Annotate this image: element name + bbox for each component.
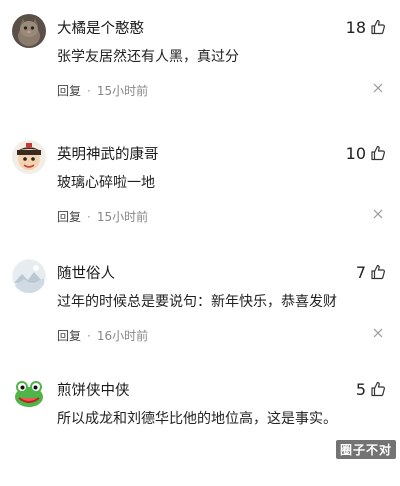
like-button[interactable]: 5 xyxy=(356,377,386,401)
cat-avatar-icon[interactable] xyxy=(12,14,46,48)
comment-item: 大橘是个憨憨 18 张学友居然还有人黑，真过分 回复 · 15小时前 xyxy=(0,4,400,124)
separator-dot: · xyxy=(87,328,91,343)
reply-link[interactable]: 回复 xyxy=(57,327,81,344)
separator-dot: · xyxy=(87,209,91,224)
username[interactable]: 英明神武的康哥 xyxy=(57,143,159,164)
timestamp: 15小时前 xyxy=(96,210,149,224)
comment-item: 随世俗人 7 过年的时候总是要说句：新年快乐，恭喜发财 回复 · 16小时前 xyxy=(0,249,400,369)
timestamp: 16小时前 xyxy=(96,329,149,343)
frog-avatar-icon[interactable] xyxy=(12,376,46,410)
comment-item: 煎饼侠中侠 5 所以成龙和刘德华比他的地位高，这是事实。 xyxy=(0,366,400,486)
like-button[interactable]: 10 xyxy=(346,141,386,165)
thumbs-up-icon xyxy=(371,19,385,35)
reply-link[interactable]: 回复 xyxy=(57,82,81,99)
like-button[interactable]: 18 xyxy=(346,15,386,39)
username[interactable]: 随世俗人 xyxy=(57,262,115,283)
close-icon[interactable] xyxy=(372,82,384,94)
cartoon-avatar-icon[interactable] xyxy=(12,140,46,174)
landscape-avatar-icon[interactable] xyxy=(12,259,46,293)
comment-item: 英明神武的康哥 10 玻璃心碎啦一地 回复 · 15小时前 xyxy=(0,130,400,250)
username[interactable]: 大橘是个憨憨 xyxy=(57,17,144,38)
thumbs-up-icon xyxy=(371,264,385,280)
watermark: 圈子不对 xyxy=(335,440,396,459)
comment-text: 玻璃心碎啦一地 xyxy=(57,175,155,191)
like-count: 18 xyxy=(345,17,366,37)
close-icon[interactable] xyxy=(372,208,384,220)
username[interactable]: 煎饼侠中侠 xyxy=(57,379,130,400)
close-icon[interactable] xyxy=(372,327,384,339)
timestamp: 15小时前 xyxy=(96,84,149,98)
reply-link[interactable]: 回复 xyxy=(57,208,81,225)
comment-text: 所以成龙和刘德华比他的地位高，这是事实。 xyxy=(57,411,337,427)
thumbs-up-icon xyxy=(371,145,385,161)
like-count: 7 xyxy=(355,262,366,282)
thumbs-up-icon xyxy=(371,381,385,397)
comment-meta: 回复 · 16小时前 xyxy=(57,327,148,344)
like-count: 5 xyxy=(355,379,366,399)
comment-meta: 回复 · 15小时前 xyxy=(57,208,148,225)
separator-dot: · xyxy=(87,83,91,98)
like-button[interactable]: 7 xyxy=(356,260,386,284)
comment-text: 张学友居然还有人黑，真过分 xyxy=(57,49,239,65)
like-count: 10 xyxy=(345,143,366,163)
comment-text: 过年的时候总是要说句：新年快乐，恭喜发财 xyxy=(57,294,337,310)
comment-meta: 回复 · 15小时前 xyxy=(57,82,148,99)
